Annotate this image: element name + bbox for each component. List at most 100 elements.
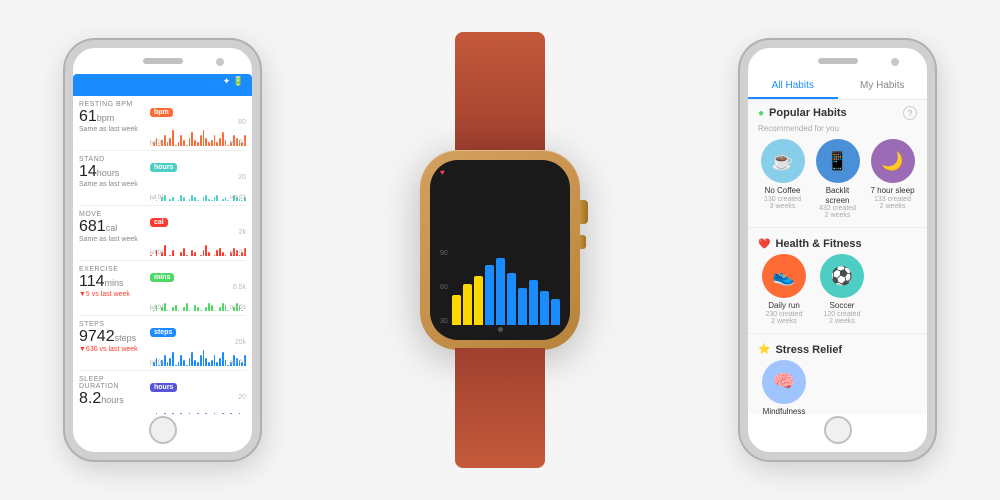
health-value-area: 681cal <box>79 218 144 236</box>
habit-item[interactable]: ☕ No Coffee 130 created 3 weeks <box>758 139 807 219</box>
chart-max-label: 20k <box>150 339 246 346</box>
bar <box>156 413 158 414</box>
watch-chart-wrapper: 90 60 30 <box>440 178 560 327</box>
date-start: jul 01 <box>150 250 164 256</box>
habit-count: 130 created <box>764 196 801 203</box>
health-chart: steps 20k jul 01 oct 01 <box>150 321 246 366</box>
watch-bar-chart <box>452 250 560 325</box>
y-label-90: 90 <box>440 250 448 257</box>
habits-grid: 🧠 Mindfulness 98 created 1 week <box>748 360 927 414</box>
date-start: jul 01 <box>150 195 164 201</box>
health-unit: steps <box>115 333 137 343</box>
right-phone-power[interactable] <box>933 148 935 188</box>
health-label: STEPS <box>79 321 144 328</box>
habit-name: Backlit screen <box>813 186 862 205</box>
health-row: MOVE 681cal Same as last week cal 2k jul… <box>79 206 246 261</box>
health-content: RESTING BPM 61bpm Same as last week bpm … <box>73 96 252 414</box>
right-phone-vol-down[interactable] <box>740 168 742 196</box>
right-phone-home[interactable] <box>824 416 852 444</box>
status-icons: ✦ 🔋 <box>223 76 244 87</box>
health-value: 9742 <box>79 328 115 345</box>
health-value: 8.2 <box>79 390 101 407</box>
chart-badge: steps <box>150 328 176 337</box>
section-title: Popular Habits <box>769 107 847 119</box>
habit-count2: 2 weeks <box>880 203 906 210</box>
habit-item[interactable]: 🧠 Mindfulness 98 created 1 week <box>758 360 810 414</box>
volume-up-btn[interactable] <box>65 128 67 156</box>
health-row: RESTING BPM 61bpm Same as last week bpm … <box>79 96 246 151</box>
watch-bar <box>529 280 538 325</box>
habit-count2: 2 weeks <box>825 212 851 219</box>
habit-icon: ⚽ <box>820 254 864 298</box>
habit-name: Mindfulness <box>763 407 806 414</box>
watch-crown[interactable] <box>580 200 588 224</box>
habit-item[interactable]: 👟 Daily run 230 created 2 weeks <box>758 254 810 325</box>
health-row: SLEEP DURATION 8.2hours hours 20 jul 01 … <box>79 371 246 414</box>
chart-dates: jul 01 oct 01 <box>150 305 246 311</box>
chart-dates: jul 01 oct 01 <box>150 250 246 256</box>
health-chart: bpm 80 jul 01 oct 01 <box>150 101 246 146</box>
habit-count: 432 created <box>819 205 856 212</box>
watch-screen: ♥ 90 60 3 <box>430 160 570 340</box>
y-label-60: 60 <box>440 284 448 291</box>
health-row-left: EXERCISE 114mins ▼5 vs last week <box>79 266 144 298</box>
health-row-left: STAND 14hours Same as last week <box>79 156 144 188</box>
bar <box>164 413 166 414</box>
habits-tabs: All HabitsMy Habits <box>748 74 927 100</box>
date-end: oct 01 <box>230 140 246 146</box>
habits-grid: 👟 Daily run 230 created 2 weeks ⚽ Soccer… <box>748 254 927 333</box>
power-btn[interactable] <box>258 148 260 188</box>
watch-side-btn[interactable] <box>580 235 586 249</box>
volume-down-btn[interactable] <box>65 168 67 196</box>
section-icon: ● <box>758 108 764 119</box>
health-chart: cal 2k jul 01 oct 01 <box>150 211 246 256</box>
habit-item[interactable]: 📱 Backlit screen 432 created 2 weeks <box>813 139 862 219</box>
chart-badge: bpm <box>150 108 173 117</box>
bar <box>180 413 182 414</box>
habit-icon: 📱 <box>816 139 860 183</box>
habit-item[interactable]: ⚽ Soccer 120 created 2 weeks <box>816 254 868 325</box>
tab-all-habits[interactable]: All Habits <box>748 74 838 99</box>
health-row-left: SLEEP DURATION 8.2hours <box>79 376 144 408</box>
habit-item[interactable]: 🌙 7 hour sleep 133 created 2 weeks <box>868 139 917 219</box>
bar <box>222 413 224 414</box>
habit-icon: 👟 <box>762 254 806 298</box>
health-label: RESTING BPM <box>79 101 144 108</box>
health-chart: hours 20 jul 01 oct 01 <box>150 156 246 201</box>
health-row-left: MOVE 681cal Same as last week <box>79 211 144 243</box>
question-btn[interactable]: ? <box>903 106 917 120</box>
right-phone-vol-up[interactable] <box>740 128 742 156</box>
watch-bar <box>540 291 549 325</box>
heart-icon-area: ♥ <box>440 168 445 177</box>
health-unit: cal <box>106 223 118 233</box>
habit-name: No Coffee <box>765 186 801 196</box>
watch-time-row: ♥ <box>440 168 560 178</box>
chart-max-label: 0.5k <box>150 284 246 291</box>
section-header: ⭐ Stress Relief <box>748 338 927 360</box>
habit-count2: 3 weeks <box>770 203 796 210</box>
health-label: SLEEP DURATION <box>79 376 144 390</box>
app-header <box>73 89 252 96</box>
health-row-left: RESTING BPM 61bpm Same as last week <box>79 101 144 133</box>
watch-bar <box>474 276 483 325</box>
chart-max-label: 2k <box>150 229 246 236</box>
watch-container: ♥ 90 60 3 <box>390 40 610 460</box>
left-phone: ✦ 🔋 RESTING BPM 61bpm Same as last week … <box>65 40 260 460</box>
watch-bar <box>463 284 472 325</box>
health-label: EXERCISE <box>79 266 144 273</box>
watch-y-axis: 90 60 30 <box>440 250 448 325</box>
chart-badge: hours <box>150 383 177 392</box>
mini-bars <box>150 403 246 414</box>
health-row: EXERCISE 114mins ▼5 vs last week mins 0.… <box>79 261 246 316</box>
watch-bar <box>518 288 527 326</box>
bar <box>189 413 191 414</box>
watch-indicator-dot <box>498 327 503 332</box>
chart-max-label: 80 <box>150 119 246 126</box>
chart-dates: jul 01 oct 01 <box>150 140 246 146</box>
date-start: jul 01 <box>150 140 164 146</box>
status-bar: ✦ 🔋 <box>73 74 252 89</box>
chart-max-label: 20 <box>150 394 246 401</box>
tab-my-habits[interactable]: My Habits <box>838 74 928 99</box>
habit-count: 230 created <box>766 311 803 318</box>
home-button[interactable] <box>149 416 177 444</box>
